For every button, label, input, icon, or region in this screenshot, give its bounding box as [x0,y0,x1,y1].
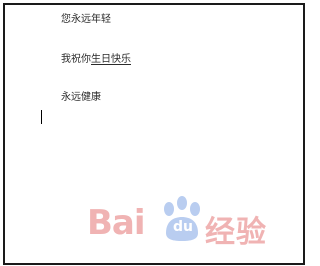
watermark-du-text: du [173,219,193,235]
watermark-bai-text: Bai [87,203,146,243]
baidu-jingyan-watermark: Bai du 经验 [87,193,287,253]
baidu-paw-icon [164,196,200,241]
watermark-jingyan-text: 经验 [205,215,267,250]
text-line-2: 我祝你生日快乐 [61,54,131,66]
text-line-2-prefix: 我祝你 [61,54,91,65]
document-body[interactable]: 您永远年轻 我祝你生日快乐 永远健康 Bai du 经验 [5,5,303,263]
text-line-2-underlined: 生日快乐 [91,54,131,65]
text-cursor [41,110,42,124]
text-line-1: 您永远年轻 [61,14,111,25]
document-frame: 您永远年轻 我祝你生日快乐 永远健康 Bai du 经验 [3,3,305,265]
text-line-3: 永远健康 [61,92,101,103]
